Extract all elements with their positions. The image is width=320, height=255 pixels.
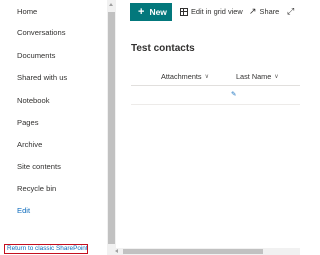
grid-icon — [180, 7, 188, 16]
column-header-label: Attachments — [161, 72, 202, 81]
list-row-divider — [131, 104, 300, 105]
horizontal-scroll-thumb[interactable] — [123, 249, 263, 254]
list-title: Test contacts — [131, 43, 195, 54]
column-header-label: Last Name — [236, 72, 272, 81]
column-header-attachments[interactable]: Attachments ∨ — [161, 72, 209, 81]
scroll-left-arrow-icon[interactable] — [115, 249, 120, 254]
share-button[interactable]: ↗ Share — [249, 6, 280, 17]
chevron-down-icon: ∨ — [204, 74, 209, 80]
nav-item-conversations[interactable]: Conversations — [17, 28, 66, 37]
nav-item-notebook[interactable]: Notebook — [17, 96, 50, 105]
left-navigation: Home Conversations Documents Shared with… — [0, 0, 107, 255]
nav-item-shared-with-us[interactable]: Shared with us — [17, 73, 67, 82]
chevron-down-icon: ∨ — [274, 74, 279, 80]
column-header-divider — [131, 85, 300, 86]
edit-icon[interactable]: ✎ — [231, 90, 236, 98]
nav-item-documents[interactable]: Documents — [17, 51, 55, 60]
nav-item-pages[interactable]: Pages — [17, 118, 39, 127]
vertical-scrollbar[interactable] — [107, 0, 116, 255]
nav-item-recycle-bin[interactable]: Recycle bin — [17, 184, 56, 193]
scroll-up-arrow-icon[interactable] — [108, 1, 115, 8]
share-label: Share — [259, 7, 280, 16]
share-icon: ↗ — [249, 6, 257, 16]
nav-item-home[interactable]: Home — [17, 7, 37, 16]
scroll-thumb[interactable] — [108, 12, 115, 244]
nav-item-archive[interactable]: Archive — [17, 140, 42, 149]
return-to-classic-link[interactable]: Return to classic SharePoint — [4, 244, 88, 254]
new-button[interactable]: + New — [130, 3, 172, 21]
edit-in-grid-view-label: Edit in grid view — [191, 7, 243, 16]
nav-item-site-contents[interactable]: Site contents — [17, 162, 61, 171]
plus-icon: + — [138, 5, 145, 18]
horizontal-scrollbar[interactable] — [107, 248, 300, 255]
column-header-last-name[interactable]: Last Name ∨ — [236, 72, 279, 81]
edit-in-grid-view-button[interactable]: Edit in grid view — [180, 7, 243, 16]
nav-edit-link[interactable]: Edit — [17, 206, 30, 215]
new-button-label: New — [149, 7, 167, 17]
expand-icon[interactable]: ⤢ — [287, 7, 296, 16]
